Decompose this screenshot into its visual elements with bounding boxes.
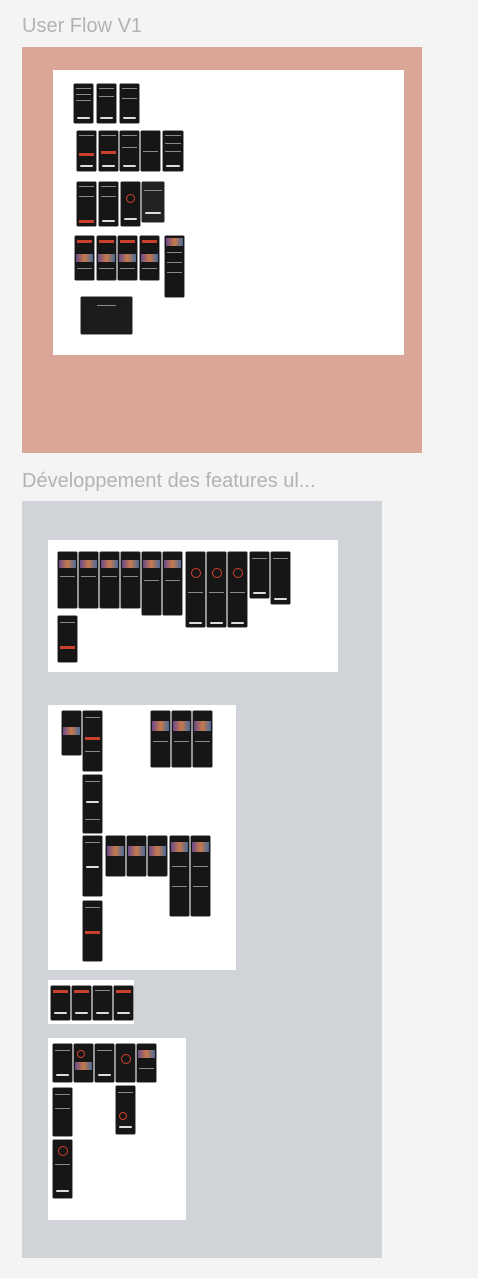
screen-thumbnail[interactable] (140, 236, 159, 280)
screen-thumbnail[interactable] (163, 131, 183, 171)
screen-thumbnail[interactable] (120, 131, 139, 171)
screen-thumbnail[interactable] (137, 1044, 156, 1082)
screen-thumbnail[interactable] (116, 1086, 135, 1134)
screen-thumbnail[interactable] (74, 84, 93, 123)
screen-thumbnail[interactable] (141, 131, 160, 171)
screen-thumbnail[interactable] (53, 1140, 72, 1198)
screen-thumbnail[interactable] (83, 901, 102, 961)
screen-thumbnail[interactable] (81, 297, 132, 334)
screen-thumbnail[interactable] (79, 552, 98, 608)
dev-features-section[interactable] (22, 501, 382, 1258)
screen-thumbnail[interactable] (118, 236, 137, 280)
screen-thumbnail[interactable] (151, 711, 170, 767)
screen-thumbnail[interactable] (165, 236, 184, 297)
screen-thumbnail[interactable] (250, 552, 269, 598)
screen-thumbnail[interactable] (95, 1044, 114, 1082)
screen-thumbnail[interactable] (97, 236, 116, 280)
screen-thumbnail[interactable] (77, 131, 96, 171)
screen-thumbnail[interactable] (271, 552, 290, 604)
screen-thumbnail[interactable] (93, 986, 112, 1020)
section-title-user-flow[interactable]: User Flow V1 (22, 15, 142, 38)
screen-thumbnail[interactable] (120, 84, 139, 123)
screen-thumbnail[interactable] (163, 552, 182, 615)
screen-thumbnail[interactable] (127, 836, 146, 876)
screen-thumbnail[interactable] (62, 711, 81, 755)
screen-thumbnail[interactable] (193, 711, 212, 767)
feature-board-2[interactable] (48, 705, 236, 970)
feature-board-4[interactable] (48, 1038, 186, 1220)
screen-thumbnail[interactable] (207, 552, 226, 627)
user-flow-section[interactable] (22, 47, 422, 453)
screen-thumbnail[interactable] (114, 986, 133, 1020)
screen-thumbnail[interactable] (170, 836, 189, 916)
screen-thumbnail[interactable] (100, 552, 119, 608)
feature-board-3[interactable] (48, 980, 134, 1024)
screen-thumbnail[interactable] (83, 775, 102, 833)
screen-thumbnail[interactable] (97, 84, 116, 123)
screen-thumbnail[interactable] (142, 552, 161, 615)
screen-thumbnail[interactable] (116, 1044, 135, 1082)
screen-thumbnail[interactable] (99, 131, 118, 171)
screen-thumbnail[interactable] (228, 552, 247, 627)
screen-thumbnail[interactable] (83, 836, 102, 896)
section-title-dev-features[interactable]: Développement des features ul... (22, 470, 372, 493)
screen-thumbnail[interactable] (148, 836, 167, 876)
section-title-next[interactable] (22, 1270, 122, 1278)
screen-thumbnail[interactable] (83, 711, 102, 771)
screen-thumbnail[interactable] (191, 836, 210, 916)
screen-thumbnail[interactable] (53, 1044, 72, 1082)
screen-thumbnail[interactable] (58, 552, 77, 608)
screen-thumbnail[interactable] (51, 986, 70, 1020)
screen-thumbnail[interactable] (142, 182, 164, 222)
screen-thumbnail[interactable] (106, 836, 125, 876)
screen-thumbnail[interactable] (72, 986, 91, 1020)
screen-thumbnail[interactable] (58, 616, 77, 662)
screen-thumbnail[interactable] (74, 1044, 93, 1082)
user-flow-board[interactable] (53, 70, 404, 355)
screen-thumbnail[interactable] (77, 182, 96, 226)
screen-thumbnail[interactable] (172, 711, 191, 767)
screen-thumbnail[interactable] (53, 1088, 72, 1136)
screen-thumbnail[interactable] (186, 552, 205, 627)
screen-thumbnail[interactable] (99, 182, 118, 226)
screen-thumbnail[interactable] (121, 182, 140, 226)
feature-board-1[interactable] (48, 540, 338, 672)
screen-thumbnail[interactable] (75, 236, 94, 280)
screen-thumbnail[interactable] (121, 552, 140, 608)
